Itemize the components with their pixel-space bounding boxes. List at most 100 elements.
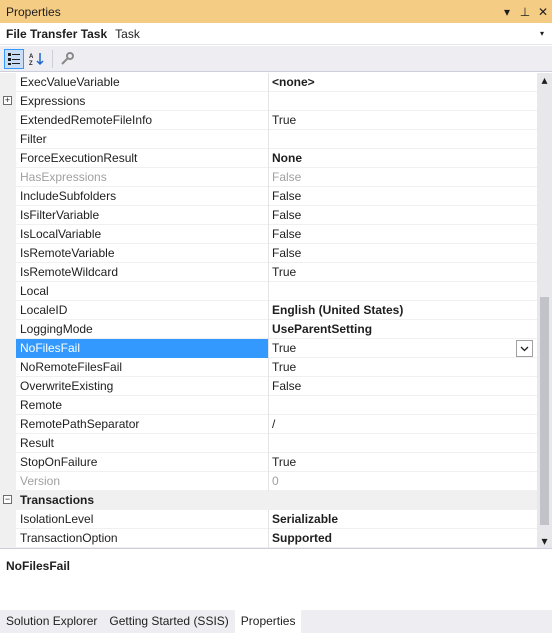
close-icon[interactable]: ✕ <box>534 5 552 19</box>
property-value[interactable]: / <box>272 415 512 434</box>
property-row[interactable]: IsLocalVariable False <box>0 225 537 244</box>
property-value[interactable]: UseParentSetting <box>272 320 512 339</box>
vertical-scrollbar[interactable]: ▴ ▾ <box>537 73 552 548</box>
column-divider[interactable] <box>268 168 269 187</box>
object-selector[interactable]: File Transfer Task Task ▾ <box>0 23 552 45</box>
property-value[interactable] <box>272 282 512 301</box>
property-row[interactable]: IsolationLevel Serializable <box>0 510 537 529</box>
column-divider[interactable] <box>268 282 269 301</box>
property-row[interactable]: StopOnFailure True <box>0 453 537 472</box>
property-row[interactable]: Result <box>0 434 537 453</box>
toolbar-separator <box>52 49 53 68</box>
property-value[interactable]: None <box>272 149 512 168</box>
property-row[interactable]: Local <box>0 282 537 301</box>
property-value[interactable] <box>272 92 512 111</box>
column-divider[interactable] <box>268 396 269 415</box>
property-value[interactable]: <none> <box>272 73 512 92</box>
property-value[interactable]: False <box>272 225 512 244</box>
property-value[interactable]: True <box>272 339 512 358</box>
scroll-down-icon[interactable]: ▾ <box>537 534 552 548</box>
value-dropdown-button[interactable] <box>516 340 533 357</box>
alphabetical-button[interactable]: A Z <box>27 49 47 69</box>
column-divider[interactable] <box>268 339 269 358</box>
property-name: Filter <box>20 132 47 146</box>
column-divider[interactable] <box>268 434 269 453</box>
property-row[interactable]: HasExpressions False <box>0 168 537 187</box>
property-row[interactable]: NoRemoteFilesFail True <box>0 358 537 377</box>
property-name: LocaleID <box>20 303 68 317</box>
property-row[interactable]: ForceExecutionResult None <box>0 149 537 168</box>
svg-text:A: A <box>29 54 34 60</box>
property-value[interactable] <box>272 396 512 415</box>
property-row[interactable]: Filter <box>0 130 537 149</box>
scroll-up-icon[interactable]: ▴ <box>537 73 552 87</box>
column-divider[interactable] <box>268 453 269 472</box>
property-pages-button[interactable] <box>57 49 77 69</box>
expand-icon[interactable]: + <box>3 96 12 105</box>
property-row[interactable]: Version 0 <box>0 472 537 491</box>
property-value[interactable]: True <box>272 358 512 377</box>
column-divider[interactable] <box>268 510 269 529</box>
column-divider[interactable] <box>268 415 269 434</box>
column-divider[interactable] <box>268 472 269 491</box>
column-divider[interactable] <box>268 111 269 130</box>
tab-getting-started[interactable]: Getting Started (SSIS) <box>103 610 234 633</box>
column-divider[interactable] <box>268 377 269 396</box>
property-row[interactable]: IsFilterVariable False <box>0 206 537 225</box>
column-divider[interactable] <box>268 301 269 320</box>
property-row[interactable]: OverwriteExisting False <box>0 377 537 396</box>
collapse-icon[interactable]: − <box>3 495 12 504</box>
property-row[interactable]: RemotePathSeparator / <box>0 415 537 434</box>
row-gutter <box>0 187 16 206</box>
window-dropdown-icon[interactable]: ▾ <box>498 5 516 19</box>
categorized-button[interactable] <box>4 48 24 69</box>
column-divider[interactable] <box>268 92 269 111</box>
property-name: IsFilterVariable <box>20 208 100 222</box>
property-value[interactable] <box>272 130 512 149</box>
chevron-down-icon <box>520 346 529 351</box>
column-divider[interactable] <box>268 187 269 206</box>
row-gutter <box>0 396 16 415</box>
property-name: Result <box>20 436 55 450</box>
property-row[interactable]: + Expressions <box>0 92 537 111</box>
property-value[interactable]: False <box>272 206 512 225</box>
column-divider[interactable] <box>268 529 269 548</box>
property-value[interactable]: True <box>272 263 512 282</box>
column-divider[interactable] <box>268 130 269 149</box>
category-row[interactable]: − Transactions <box>0 491 537 510</box>
property-row[interactable]: LoggingMode UseParentSetting <box>0 320 537 339</box>
property-row[interactable]: IsRemoteWildcard True <box>0 263 537 282</box>
scrollbar-thumb[interactable] <box>540 297 549 526</box>
column-divider[interactable] <box>268 244 269 263</box>
column-divider[interactable] <box>268 358 269 377</box>
property-value[interactable]: True <box>272 111 512 130</box>
column-divider[interactable] <box>268 73 269 92</box>
property-row[interactable]: LocaleID English (United States) <box>0 301 537 320</box>
pin-icon[interactable]: ⊥ <box>516 5 534 19</box>
property-value[interactable]: False <box>272 377 512 396</box>
row-gutter <box>0 130 16 149</box>
property-value[interactable]: English (United States) <box>272 301 512 320</box>
property-value[interactable] <box>272 434 512 453</box>
property-row[interactable]: IncludeSubfolders False <box>0 187 537 206</box>
property-row[interactable]: NoFilesFail True <box>0 339 537 358</box>
column-divider[interactable] <box>268 320 269 339</box>
property-row[interactable]: Remote <box>0 396 537 415</box>
column-divider[interactable] <box>268 263 269 282</box>
tab-properties[interactable]: Properties <box>234 610 302 633</box>
property-value[interactable]: False <box>272 244 512 263</box>
property-row[interactable]: TransactionOption Supported <box>0 529 537 548</box>
property-value[interactable]: Serializable <box>272 510 512 529</box>
column-divider[interactable] <box>268 149 269 168</box>
property-value[interactable]: False <box>272 187 512 206</box>
column-divider[interactable] <box>268 206 269 225</box>
property-row[interactable]: IsRemoteVariable False <box>0 244 537 263</box>
property-value[interactable]: True <box>272 453 512 472</box>
tab-solution-explorer[interactable]: Solution Explorer <box>0 610 103 633</box>
property-value[interactable]: Supported <box>272 529 512 548</box>
property-name: IsLocalVariable <box>20 227 102 241</box>
object-dropdown-icon[interactable]: ▾ <box>532 29 552 38</box>
property-row[interactable]: ExecValueVariable <none> <box>0 73 537 92</box>
property-row[interactable]: ExtendedRemoteFileInfo True <box>0 111 537 130</box>
column-divider[interactable] <box>268 225 269 244</box>
